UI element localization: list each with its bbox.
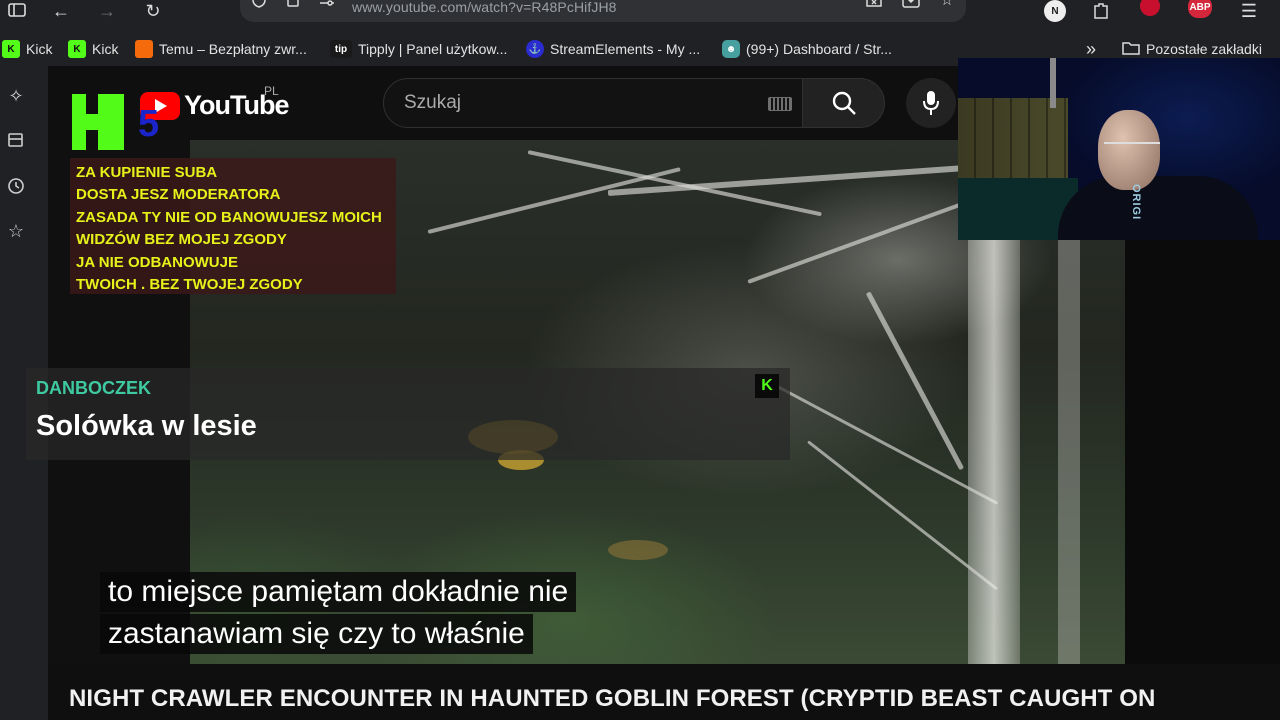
forward-button[interactable]: → xyxy=(92,0,122,22)
back-button[interactable]: ← xyxy=(46,0,76,22)
bookmark-temu[interactable]: Temu – Bezpłatny zwr... xyxy=(135,38,307,60)
yellow-leaves xyxy=(608,540,668,560)
microphone-icon xyxy=(923,91,939,115)
keyboard-icon[interactable] xyxy=(768,97,792,111)
search-button[interactable] xyxy=(803,78,885,128)
download-icon[interactable] xyxy=(900,0,922,10)
streamer-glasses xyxy=(1104,142,1160,152)
extensions-puzzle-icon[interactable] xyxy=(1086,0,1116,22)
temu-icon xyxy=(135,40,153,58)
kick-mini-icon: K xyxy=(755,374,779,398)
kick-k-icon xyxy=(72,94,124,150)
kick-icon: K xyxy=(68,40,86,58)
video-side-area xyxy=(1125,240,1280,720)
alert-message: Solówka w lesie xyxy=(36,410,257,442)
screen: ← → ↻ www.youtube.com/watch?v=R48PcHifJH… xyxy=(0,0,1280,720)
bookmark-dashboard[interactable]: ☻ (99+) Dashboard / Str... xyxy=(722,38,892,60)
favorites-star-icon[interactable]: ☆ xyxy=(4,219,28,243)
country-code: PL xyxy=(264,84,279,98)
tree-branch xyxy=(767,380,999,505)
kick-k5-logo: 5 xyxy=(72,94,176,150)
notice-line: ZASADA TY NIE OD BANOWUJESZ MOICH xyxy=(76,208,382,226)
caption-line-1: to miejsce pamiętam dokładnie nie xyxy=(100,572,577,612)
bookmark-label: Tipply | Panel użytkow... xyxy=(358,41,508,57)
kick-icon: K xyxy=(2,40,20,58)
bookmark-folder-other[interactable]: Pozostałe zakładki xyxy=(1122,38,1262,60)
bookmark-tipply[interactable]: tip Tipply | Panel użytkow... xyxy=(330,38,507,60)
youtube-header: YouTube PL Szukaj xyxy=(48,66,958,140)
url-text[interactable]: www.youtube.com/watch?v=R48PcHifJH8 xyxy=(352,0,617,15)
bookmark-kick-2[interactable]: K Kick xyxy=(68,38,118,60)
bookmarks-overflow-button[interactable]: » xyxy=(1086,38,1096,60)
folder-icon xyxy=(1122,41,1140,58)
bookmark-label: (99+) Dashboard / Str... xyxy=(746,41,892,57)
voice-search-button[interactable] xyxy=(906,78,956,128)
caption-line-2: zastanawiam się czy to właśnie xyxy=(100,614,533,654)
bookmark-label: Kick xyxy=(26,41,53,57)
tree-trunk xyxy=(968,240,1020,664)
search-input[interactable]: Szukaj xyxy=(404,92,461,114)
tree-branch xyxy=(427,167,681,234)
address-bar[interactable]: www.youtube.com/watch?v=R48PcHifJH8 ☆ xyxy=(240,0,966,22)
bookmark-label: Pozostałe zakładki xyxy=(1146,41,1262,57)
subscriber-rules-notice: ZA KUPIENIE SUBA DOSTA JESZ MODERATORA Z… xyxy=(70,158,396,294)
video-title: NIGHT CRAWLER ENCOUNTER IN HAUNTED GOBLI… xyxy=(69,685,1156,712)
notice-line: DOSTA JESZ MODERATORA xyxy=(76,186,281,204)
k5-digit: 5 xyxy=(138,103,160,145)
tipply-icon: tip xyxy=(330,40,352,58)
reload-button[interactable]: ↻ xyxy=(138,0,168,22)
bookmark-kick-1[interactable]: K Kick xyxy=(2,38,52,60)
wallet-icon[interactable] xyxy=(4,128,28,152)
browser-toolbar: ← → ↻ www.youtube.com/watch?v=R48PcHifJH… xyxy=(0,0,1280,30)
notice-line: JA NIE ODBANOWUJE xyxy=(76,253,238,271)
menu-hamburger-icon[interactable]: ☰ xyxy=(1234,0,1264,22)
streamelements-icon: ⚓ xyxy=(526,40,544,58)
site-settings-icon[interactable] xyxy=(316,0,338,10)
search-box[interactable]: Szukaj xyxy=(383,78,803,128)
notice-line: WIDZÓW BEZ MOJEJ ZGODY xyxy=(76,231,287,249)
alert-username: DANBOCZEK xyxy=(36,378,151,398)
bookmark-label: Kick xyxy=(92,41,119,57)
streamer-webcam: ORIGI xyxy=(958,58,1280,240)
kick-mini-letter: K xyxy=(761,377,773,394)
webcam-background-pole xyxy=(1050,58,1056,108)
install-app-icon[interactable] xyxy=(864,0,886,10)
lock-icon[interactable] xyxy=(282,0,304,10)
bookmark-star-icon[interactable]: ☆ xyxy=(936,0,958,10)
notice-line: ZA KUPIENIE SUBA xyxy=(76,164,218,181)
history-clock-icon[interactable] xyxy=(4,174,28,198)
bookmark-label: StreamElements - My ... xyxy=(550,41,701,57)
webcam-shirt-text: ORIGI xyxy=(1130,184,1142,221)
video-info: NIGHT CRAWLER ENCOUNTER IN HAUNTED GOBLI… xyxy=(48,664,1280,720)
ai-sparkle-icon[interactable]: ✧ xyxy=(4,84,28,108)
shield-icon[interactable] xyxy=(248,0,270,10)
discord-icon: ☻ xyxy=(722,40,740,58)
chat-alert-box: DANBOCZEK Solówka w lesie xyxy=(26,368,790,460)
bookmark-streamelements[interactable]: ⚓ StreamElements - My ... xyxy=(526,38,700,60)
search-icon xyxy=(832,91,856,115)
n-extension-icon[interactable]: N xyxy=(1044,0,1066,22)
sidebar-toggle-icon[interactable] xyxy=(2,0,32,22)
streamer-body xyxy=(1058,176,1258,240)
tree-trunk xyxy=(1058,220,1080,664)
notice-line: TWOICH . BEZ TWOJEJ ZGODY xyxy=(76,276,303,294)
extension-badge-icon[interactable] xyxy=(1140,0,1160,16)
adblock-plus-icon[interactable]: ABP xyxy=(1188,0,1212,18)
bookmark-label: Temu – Bezpłatny zwr... xyxy=(159,41,307,57)
